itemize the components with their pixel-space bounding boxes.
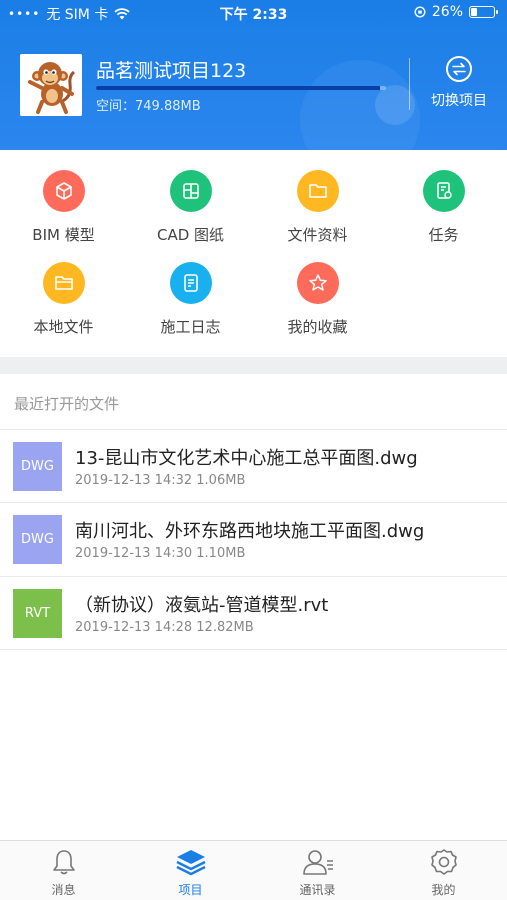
- tab-contacts[interactable]: 通讯录: [254, 841, 381, 900]
- recent-file-item[interactable]: DWG 13-昆山市文化艺术中心施工总平面图.dwg 2019-12-13 14…: [0, 430, 507, 504]
- project-header: •••• 无 SIM 卡 下午 2:33 26% 品茗测试项目123 空间：74…: [0, 0, 507, 150]
- file-meta: 2019-12-13 14:30 1.10MB: [75, 546, 246, 561]
- project-name: 品茗测试项目123: [96, 60, 247, 82]
- shortcut-label: 我的收藏: [287, 318, 348, 336]
- tab-label: 消息: [51, 883, 76, 897]
- star-icon: [296, 262, 339, 304]
- shortcut-tasks[interactable]: 任务: [380, 170, 507, 260]
- file-meta: 2019-12-13 14:28 12.82MB: [75, 620, 254, 635]
- recent-files-heading: 最近打开的文件: [14, 395, 120, 413]
- storage-space-label: 空间：749.88MB: [96, 99, 201, 114]
- blueprint-icon: [169, 170, 212, 212]
- tab-me[interactable]: 我的: [380, 841, 507, 900]
- switch-project-button[interactable]: 切换项目: [420, 56, 498, 116]
- tab-label: 通讯录: [299, 883, 336, 897]
- orientation-lock-icon: [414, 6, 426, 18]
- header-divider: [409, 58, 410, 110]
- battery-percent: 26%: [431, 4, 463, 20]
- shortcut-bim-model[interactable]: BIM 模型: [0, 170, 127, 260]
- recent-file-item[interactable]: RVT （新协议）液氨站-管道模型.rvt 2019-12-13 14:28 1…: [0, 577, 507, 651]
- status-bar: •••• 无 SIM 卡 下午 2:33 26%: [0, 0, 507, 26]
- shortcut-label: 文件资料: [287, 226, 348, 244]
- section-gap: [0, 357, 507, 374]
- shortcut-documents[interactable]: 文件资料: [254, 170, 381, 260]
- shortcut-label: CAD 图纸: [156, 226, 225, 244]
- switch-project-label: 切换项目: [431, 93, 487, 109]
- bottom-tab-bar: 消息 项目 通讯录 我的: [0, 840, 507, 900]
- shortcut-label: 施工日志: [160, 318, 221, 336]
- shortcut-local-files[interactable]: 本地文件: [0, 262, 127, 352]
- tab-projects[interactable]: 项目: [127, 841, 254, 900]
- shortcut-label: 任务: [428, 226, 459, 244]
- bell-icon: [52, 850, 75, 875]
- recent-file-item[interactable]: DWG 南川河北、外环东路西地块施工平面图.dwg 2019-12-13 14:…: [0, 503, 507, 577]
- cube-icon: [42, 170, 85, 212]
- tab-label: 项目: [178, 883, 203, 897]
- shortcut-label: 本地文件: [33, 318, 94, 336]
- shortcut-construction-log[interactable]: 施工日志: [127, 262, 254, 352]
- dwg-file-icon: DWG: [13, 442, 62, 491]
- file-meta: 2019-12-13 14:32 1.06MB: [75, 473, 246, 488]
- project-avatar[interactable]: [20, 54, 82, 116]
- file-name: （新协议）液氨站-管道模型.rvt: [75, 595, 329, 616]
- layers-icon: [175, 850, 206, 876]
- dwg-file-icon: DWG: [13, 515, 62, 564]
- shortcut-grid: BIM 模型 CAD 图纸 文件资料 任务 本地文件 施工日志 我的收藏: [0, 150, 507, 357]
- shortcut-cad-drawings[interactable]: CAD 图纸: [127, 170, 254, 260]
- file-name: 13-昆山市文化艺术中心施工总平面图.dwg: [75, 448, 418, 469]
- folder-icon: [296, 170, 339, 212]
- switch-arrows-icon: [446, 56, 472, 82]
- rvt-file-icon: RVT: [13, 589, 62, 638]
- battery-icon: [469, 6, 498, 18]
- monkey-logo-icon: [20, 54, 82, 116]
- local-folder-icon: [42, 262, 85, 304]
- storage-progress-bar: [96, 86, 386, 90]
- shortcut-favorites[interactable]: 我的收藏: [254, 262, 381, 352]
- gear-icon: [430, 849, 457, 875]
- file-name: 南川河北、外环东路西地块施工平面图.dwg: [75, 521, 425, 542]
- divider: [0, 649, 507, 650]
- tab-messages[interactable]: 消息: [0, 841, 127, 900]
- log-icon: [169, 262, 212, 304]
- task-icon: [422, 170, 465, 212]
- tab-label: 我的: [431, 883, 456, 897]
- contacts-icon: [302, 850, 333, 875]
- shortcut-label: BIM 模型: [32, 226, 95, 244]
